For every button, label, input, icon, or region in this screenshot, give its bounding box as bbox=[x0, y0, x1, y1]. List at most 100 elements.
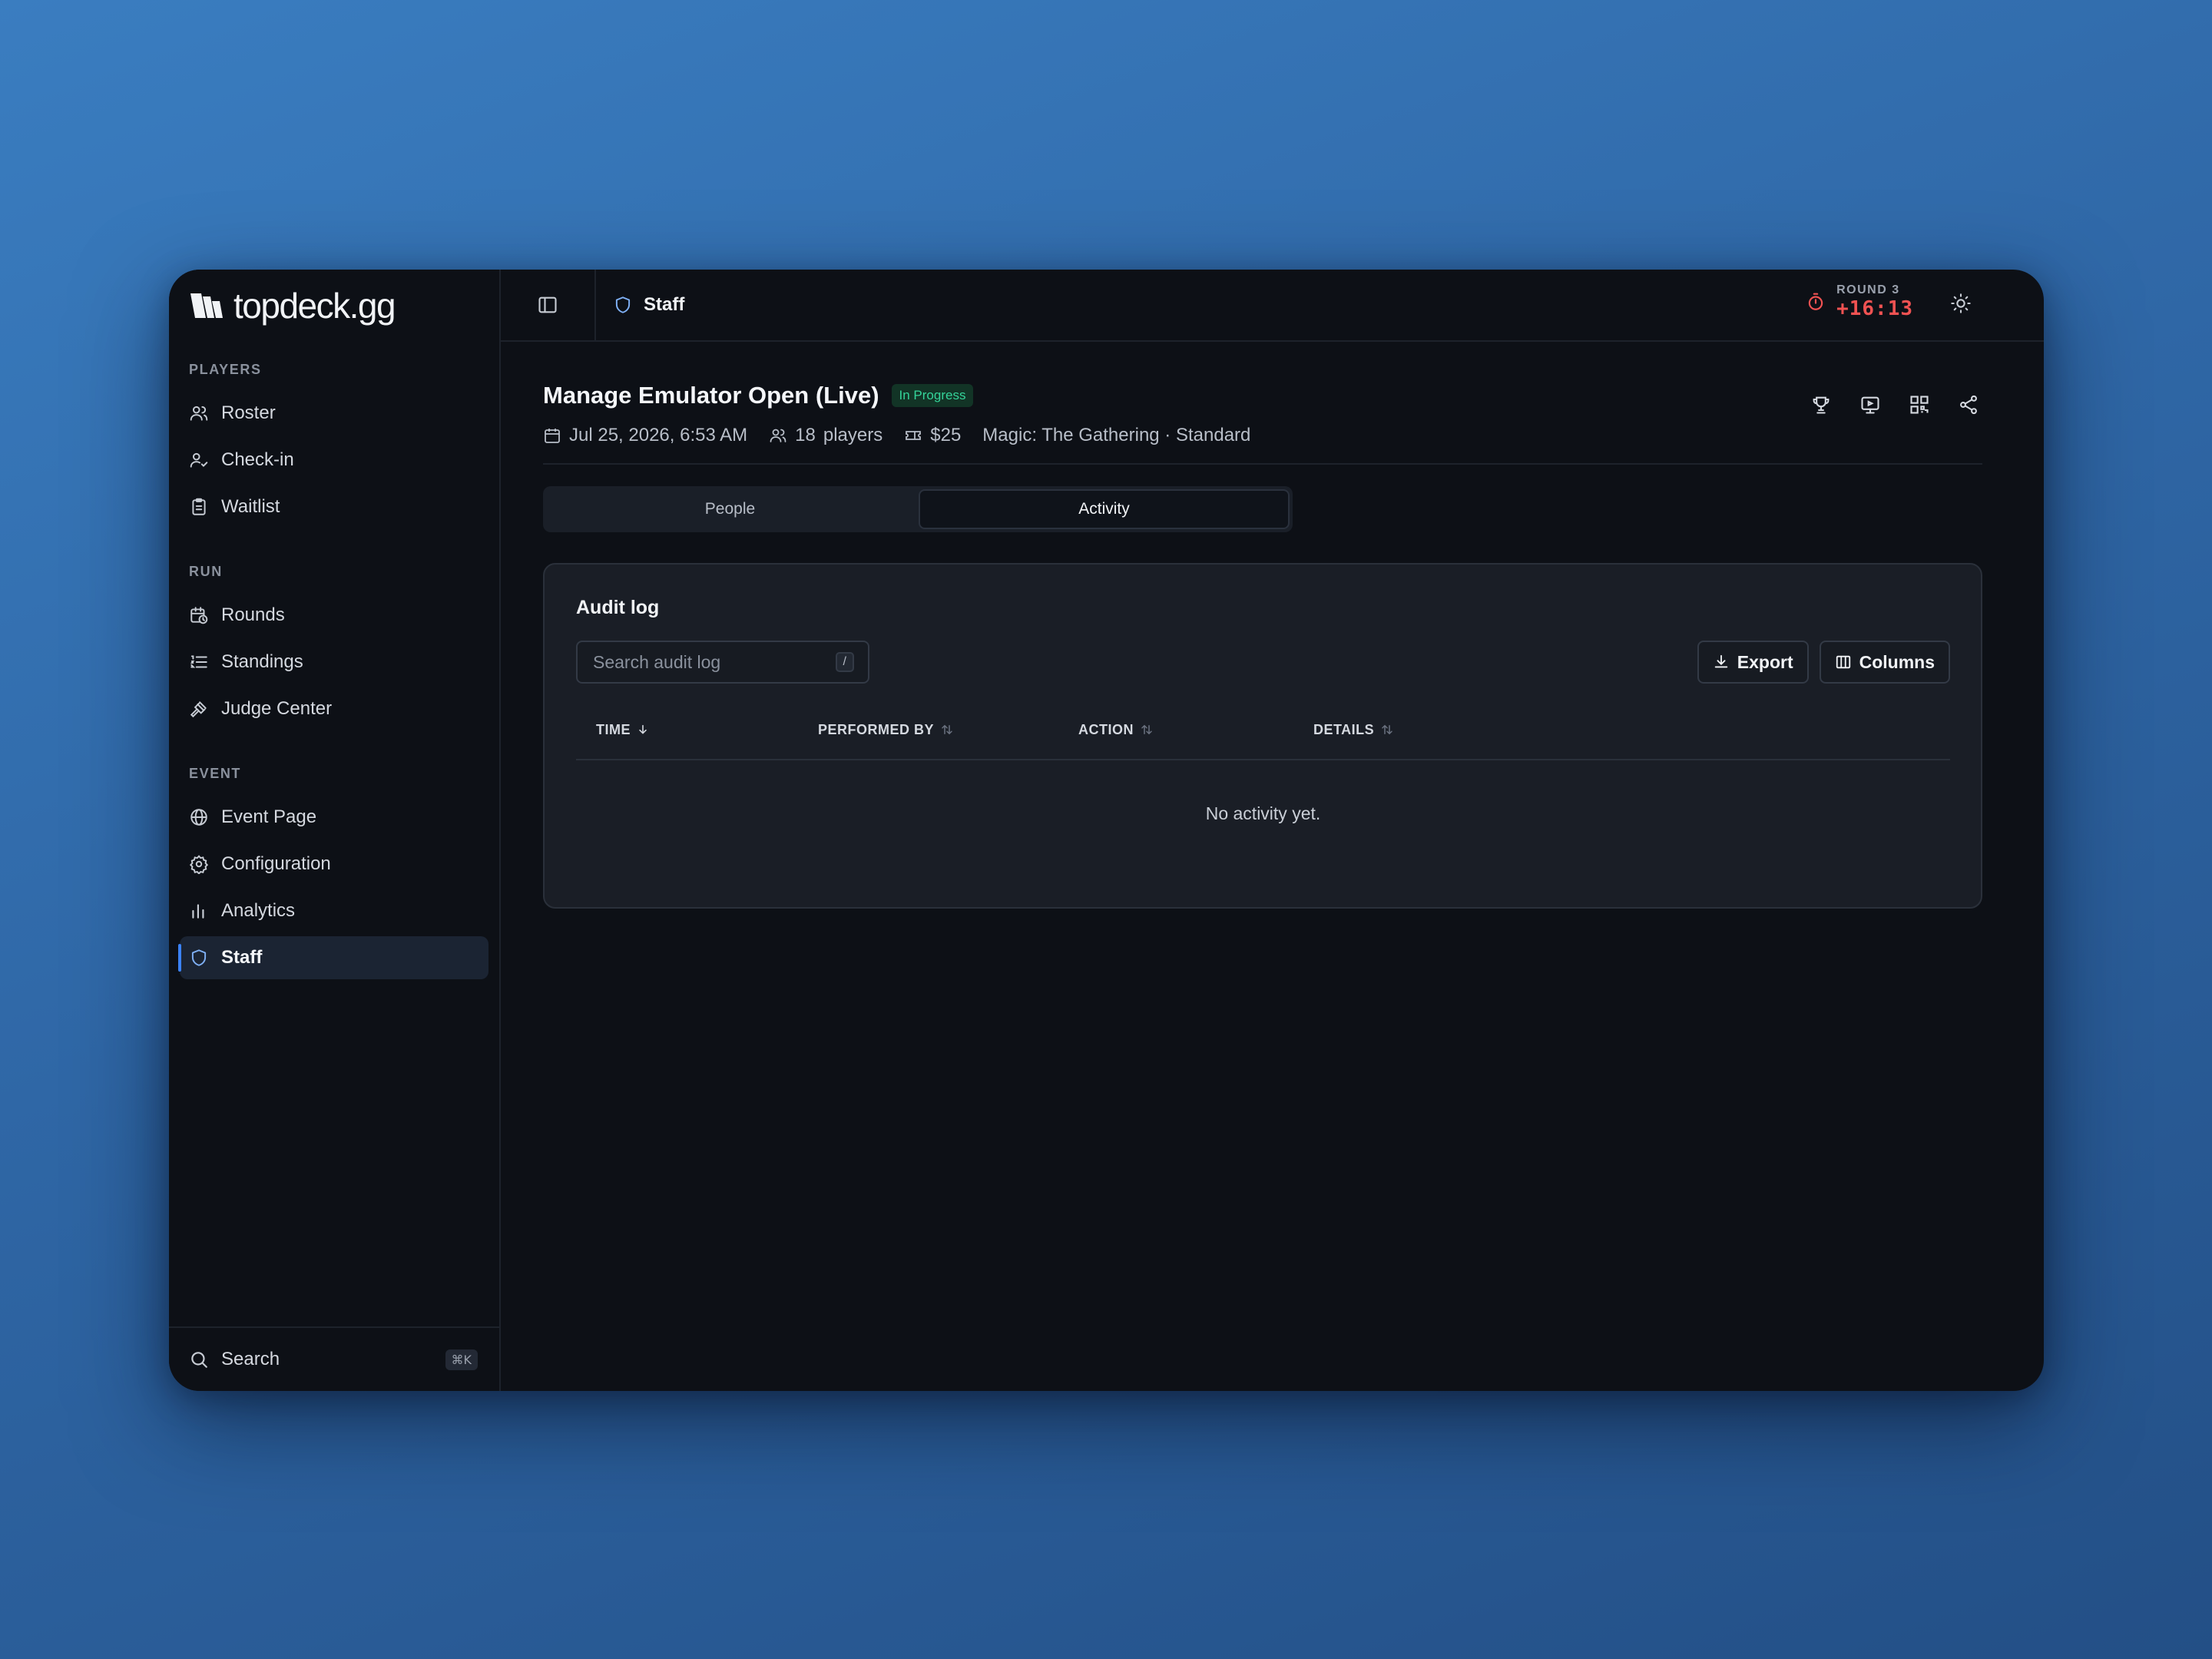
users-icon bbox=[770, 429, 786, 442]
breadcrumb: Staff bbox=[596, 294, 684, 316]
main-area: Staff ROUND 3 +16:13 Manage Emulator Ope… bbox=[501, 270, 2044, 1391]
calendar-clock-icon bbox=[190, 607, 208, 624]
sidebar: topdeck.gg PLAYERS Roster Check-in Waitl… bbox=[169, 270, 501, 1391]
nav-section-players: PLAYERS Roster Check-in Waitlist bbox=[169, 359, 499, 528]
topbar: Staff ROUND 3 +16:13 bbox=[501, 270, 2044, 342]
calendar-icon bbox=[545, 429, 560, 443]
sidebar-item-check-in[interactable]: Check-in bbox=[180, 439, 488, 482]
columns-icon bbox=[1836, 655, 1850, 669]
column-header-time[interactable]: TIME bbox=[596, 722, 649, 738]
sidebar-search[interactable]: Search ⌘K bbox=[169, 1326, 499, 1391]
event-format: Magic: The Gathering · Standard bbox=[982, 425, 1251, 445]
column-label: TIME bbox=[596, 721, 631, 737]
export-label: Export bbox=[1737, 651, 1793, 672]
list-ordered-icon bbox=[190, 655, 207, 668]
gear-icon bbox=[189, 855, 209, 874]
ticket-icon bbox=[906, 431, 922, 440]
tab-activity[interactable]: Activity bbox=[919, 489, 1290, 529]
present-screen-icon[interactable] bbox=[1859, 394, 1881, 416]
event-fee: $25 bbox=[904, 425, 961, 446]
topdeck-logo-icon bbox=[190, 293, 223, 318]
sidebar-item-label: Check-in bbox=[221, 449, 294, 470]
sun-icon bbox=[1951, 293, 1971, 313]
sidebar-item-configuration[interactable]: Configuration bbox=[180, 843, 488, 886]
column-header-performed-by[interactable]: PERFORMED BY bbox=[818, 722, 954, 738]
section-label: PLAYERS bbox=[189, 361, 262, 377]
round-timer: +16:13 bbox=[1836, 297, 1913, 320]
trophy-icon[interactable] bbox=[1810, 394, 1832, 416]
column-label: DETAILS bbox=[1313, 721, 1375, 737]
column-label: PERFORMED BY bbox=[818, 721, 935, 737]
column-header-details[interactable]: DETAILS bbox=[1313, 722, 1394, 738]
sidebar-item-analytics[interactable]: Analytics bbox=[180, 889, 488, 932]
table-header: TIME PERFORMED BY ACTION DETAILS bbox=[576, 700, 1950, 760]
sidebar-item-label: Roster bbox=[221, 402, 276, 423]
column-label: ACTION bbox=[1078, 721, 1134, 737]
columns-label: Columns bbox=[1859, 651, 1935, 672]
page-title: Manage Emulator Open (Live) bbox=[543, 382, 879, 409]
users-icon bbox=[190, 406, 208, 421]
search-placeholder: Search audit log bbox=[593, 651, 721, 672]
players-count: 18 bbox=[795, 425, 816, 445]
players-unit: players bbox=[823, 425, 883, 445]
user-check-icon bbox=[190, 452, 208, 468]
clipboard-icon bbox=[192, 498, 206, 515]
sort-icon bbox=[942, 724, 952, 735]
bar-chart-icon bbox=[192, 904, 204, 919]
sidebar-item-label: Staff bbox=[221, 947, 263, 968]
event-header: Manage Emulator Open (Live) In Progress … bbox=[543, 342, 1982, 465]
nav-section-run: RUN Rounds Standings Judge Center bbox=[169, 561, 499, 730]
event-date-text: Jul 25, 2026, 6:53 AM bbox=[569, 425, 748, 445]
card-title: Audit log bbox=[576, 597, 660, 618]
event-date: Jul 25, 2026, 6:53 AM bbox=[543, 425, 747, 446]
sidebar-item-rounds[interactable]: Rounds bbox=[180, 594, 488, 637]
sidebar-item-label: Waitlist bbox=[221, 496, 280, 517]
breadcrumb-label: Staff bbox=[644, 294, 685, 315]
sidebar-item-waitlist[interactable]: Waitlist bbox=[180, 485, 488, 528]
nav-section-event: EVENT Event Page Configuration Analytics… bbox=[169, 763, 499, 979]
sidebar-item-label: Event Page bbox=[221, 806, 317, 827]
sidebar-item-staff[interactable]: Staff bbox=[178, 936, 488, 979]
globe-icon bbox=[190, 809, 207, 826]
sort-icon bbox=[1141, 724, 1152, 735]
search-label: Search bbox=[221, 1349, 280, 1369]
export-button[interactable]: Export bbox=[1697, 641, 1809, 684]
sidebar-item-event-page[interactable]: Event Page bbox=[180, 796, 488, 839]
sidebar-item-standings[interactable]: Standings bbox=[180, 641, 488, 684]
status-badge: In Progress bbox=[891, 384, 974, 407]
event-fee-text: $25 bbox=[930, 425, 962, 445]
sidebar-item-judge-center[interactable]: Judge Center bbox=[180, 687, 488, 730]
tab-people[interactable]: People bbox=[546, 489, 914, 529]
timer-icon bbox=[1808, 293, 1823, 310]
shield-icon bbox=[615, 296, 631, 313]
logo-text: topdeck.gg bbox=[233, 286, 396, 326]
section-label: EVENT bbox=[189, 765, 242, 781]
column-header-action[interactable]: ACTION bbox=[1078, 722, 1154, 738]
shield-icon bbox=[191, 949, 207, 966]
logo[interactable]: topdeck.gg bbox=[169, 270, 499, 342]
search-icon bbox=[191, 1352, 207, 1368]
sidebar-item-roster[interactable]: Roster bbox=[180, 392, 488, 435]
round-timer-widget[interactable]: ROUND 3 +16:13 bbox=[1806, 283, 1913, 320]
sort-desc-icon bbox=[639, 724, 647, 734]
content: Manage Emulator Open (Live) In Progress … bbox=[501, 342, 2044, 909]
section-label: RUN bbox=[189, 563, 223, 579]
event-actions bbox=[1810, 394, 1979, 416]
theme-toggle-button[interactable] bbox=[1950, 293, 1972, 318]
empty-state: No activity yet. bbox=[1205, 803, 1321, 823]
sidebar-toggle-button[interactable] bbox=[501, 270, 596, 341]
columns-button[interactable]: Columns bbox=[1819, 641, 1950, 684]
sidebar-item-label: Analytics bbox=[221, 900, 296, 921]
qr-code-icon[interactable] bbox=[1909, 394, 1930, 416]
audit-search-input[interactable]: Search audit log / bbox=[576, 641, 869, 684]
sidebar-item-label: Standings bbox=[221, 651, 303, 672]
audit-toolbar: Search audit log / Export Columns bbox=[576, 641, 1950, 684]
share-icon[interactable] bbox=[1958, 394, 1979, 416]
panel-left-icon bbox=[538, 296, 557, 313]
download-icon bbox=[1714, 654, 1728, 668]
audit-log-card: Audit log Search audit log / Export Colu… bbox=[543, 563, 1982, 909]
sidebar-item-label: Rounds bbox=[221, 604, 285, 625]
event-players: 18 players bbox=[769, 425, 882, 446]
gavel-icon bbox=[190, 701, 207, 718]
sidebar-item-label: Configuration bbox=[221, 853, 331, 874]
